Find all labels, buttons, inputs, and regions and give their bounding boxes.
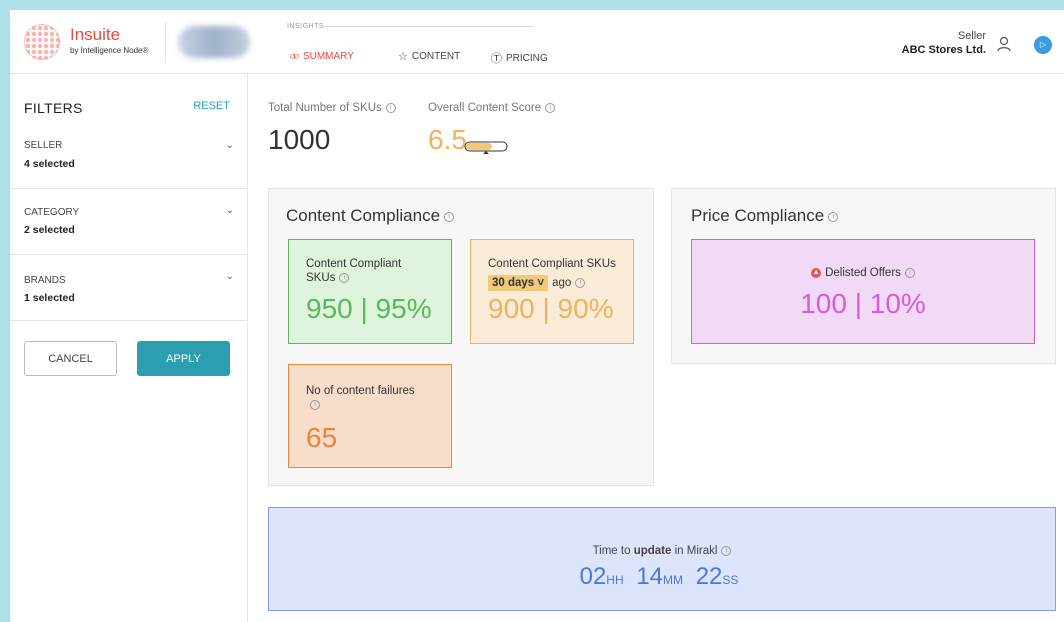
info-icon[interactable]: i xyxy=(339,272,350,283)
timer-minutes: 14 xyxy=(636,563,664,590)
header-divider xyxy=(165,22,166,62)
logo-mark-icon xyxy=(24,24,60,60)
tab-summary-label: SUMMARY xyxy=(302,51,354,62)
timer-label: Time to update in Mirakl i xyxy=(269,545,1055,557)
info-icon[interactable]: i xyxy=(444,211,455,222)
insights-nav: INSIGHTS ⧞ SUMMARY ☆ CONTENT Ⓣ PRICING xyxy=(287,10,548,74)
tab-content[interactable]: ☆ CONTENT xyxy=(398,50,460,63)
timer-label-bold: update xyxy=(633,545,672,557)
top-header: Insuite by Intelligence Node® INSIGHTS ⧞… xyxy=(10,10,1064,74)
delisted-offers-card: ▲ Delisted Offers i 100 | 10% xyxy=(691,239,1035,344)
delisted-offers-value: 100 | 10% xyxy=(800,288,926,319)
total-skus-label-text: Total Number of SKUs xyxy=(268,102,382,114)
chevron-down-icon: ⌄ xyxy=(225,140,234,151)
filter-brands[interactable]: BRANDS 1 selected ⌄ xyxy=(10,255,248,321)
info-icon[interactable]: i xyxy=(545,102,556,113)
info-icon[interactable]: i xyxy=(828,211,839,222)
info-icon[interactable]: i xyxy=(904,267,915,278)
nav-section-label: INSIGHTS xyxy=(287,23,325,30)
tab-summary[interactable]: ⧞ SUMMARY xyxy=(290,50,354,63)
content-failures-label: No of content failures i xyxy=(306,384,416,412)
days-dropdown[interactable]: 30 days ˅ xyxy=(488,275,549,291)
timer-hours: 02 xyxy=(579,563,607,590)
days-dropdown-value: 30 days xyxy=(492,277,535,289)
delisted-offers-label-text: Delisted Offers xyxy=(825,267,901,279)
play-icon[interactable]: ▷ xyxy=(1034,36,1052,54)
seller-label: Seller xyxy=(957,30,986,42)
timer-label-suffix: in Mirakl xyxy=(674,545,718,557)
user-icon[interactable] xyxy=(996,36,1012,52)
filter-brands-label: BRANDS xyxy=(24,275,66,286)
price-compliance-panel: Price Compliance i ▲ Delisted Offers i 100 … xyxy=(671,188,1056,364)
total-skus-value: 1000 xyxy=(268,124,331,155)
info-icon[interactable]: i xyxy=(385,102,396,113)
chevron-down-icon: ˅ xyxy=(537,277,545,289)
chevron-down-icon: ⌄ xyxy=(225,271,234,282)
content-score-label-text: Overall Content Score xyxy=(428,102,542,114)
timer-seconds: 22 xyxy=(695,563,723,590)
filter-brands-value: 1 selected xyxy=(24,292,75,304)
logo-brand: Insuite xyxy=(70,25,121,44)
filter-category-label: CATEGORY xyxy=(24,207,80,218)
price-compliance-title-text: Price Compliance xyxy=(691,206,825,225)
timer-minutes-unit: MM xyxy=(663,573,684,587)
app-window: Insuite by Intelligence Node® INSIGHTS ⧞… xyxy=(10,10,1064,622)
filter-category[interactable]: CATEGORY 2 selected ⌄ xyxy=(10,189,248,255)
days-ago-row: 30 days ˅ ago i xyxy=(488,275,586,291)
reset-link[interactable]: RESET xyxy=(193,100,230,112)
delisted-offers-label: ▲ Delisted Offers i xyxy=(692,267,1034,279)
client-logo-blurred xyxy=(178,26,250,58)
content-compliant-label-text: Content Compliant SKUs xyxy=(306,258,402,284)
info-icon[interactable]: i xyxy=(721,545,732,556)
update-timer-panel: Time to update in Mirakl i 02HH 14MM 22SS xyxy=(268,507,1056,611)
summary-icon: ⧞ xyxy=(290,50,299,62)
total-skus-label: Total Number of SKUs i xyxy=(268,102,396,114)
cancel-button[interactable]: CANCEL xyxy=(24,341,117,376)
timer-hours-unit: HH xyxy=(606,573,624,587)
content-score-label: Overall Content Score i xyxy=(428,102,556,114)
filters-title: FILTERS xyxy=(24,100,83,116)
timer-label-prefix: Time to xyxy=(592,545,631,557)
timer-countdown: 02HH 14MM 22SS xyxy=(269,563,1055,591)
apply-button[interactable]: APPLY xyxy=(137,341,230,376)
content-compliance-title-text: Content Compliance xyxy=(286,206,441,225)
nav-section-line xyxy=(323,26,533,27)
content-compliant-ago-label: Content Compliant SKUs xyxy=(488,258,616,270)
filter-seller-label: SELLER xyxy=(24,140,63,151)
content-failures-card: No of content failures i 65 xyxy=(288,364,452,468)
star-icon: ☆ xyxy=(398,51,408,63)
content-compliant-label: Content Compliant SKUs i xyxy=(306,257,426,285)
content-compliance-panel: Content Compliance i Content Compliant SK… xyxy=(268,188,654,486)
content-compliant-ago-card: Content Compliant SKUs 30 days ˅ ago i 900… xyxy=(470,239,634,344)
filter-seller-value: 4 selected xyxy=(24,158,75,170)
score-gauge-icon xyxy=(464,141,508,154)
tab-pricing[interactable]: Ⓣ PRICING xyxy=(491,50,548,66)
info-icon[interactable]: i xyxy=(575,277,586,288)
content-compliant-value: 950 | 95% xyxy=(306,293,432,324)
chevron-down-icon: ⌄ xyxy=(225,205,234,216)
content-compliant-card: Content Compliant SKUs i 950 | 95% xyxy=(288,239,452,344)
days-ago-suffix: ago xyxy=(552,277,572,289)
price-compliance-title: Price Compliance i xyxy=(691,206,839,226)
filter-category-value: 2 selected xyxy=(24,224,75,236)
tab-content-label: CONTENT xyxy=(411,51,461,62)
logo-tagline: by Intelligence Node® xyxy=(70,46,149,55)
content-failures-label-text: No of content failures xyxy=(306,385,415,397)
content-compliance-title: Content Compliance i xyxy=(286,206,455,226)
filter-seller[interactable]: SELLER 4 selected ⌄ xyxy=(10,122,248,189)
info-icon[interactable]: i xyxy=(310,399,320,410)
seller-name: ABC Stores Ltd. xyxy=(901,44,986,56)
content-compliant-ago-value: 900 | 90% xyxy=(488,293,614,324)
filters-sidebar: FILTERS RESET SELLER 4 selected ⌄ CATEGO… xyxy=(10,74,248,622)
insuite-logo[interactable]: Insuite by Intelligence Node® xyxy=(24,24,164,60)
content-failures-value: 65 xyxy=(306,422,338,453)
tab-pricing-label: PRICING xyxy=(506,52,548,64)
timer-seconds-unit: SS xyxy=(722,573,739,587)
alert-icon: ▲ xyxy=(811,267,822,278)
content-score-value: 6.5 xyxy=(428,124,467,155)
dollar-icon: Ⓣ xyxy=(491,53,502,65)
